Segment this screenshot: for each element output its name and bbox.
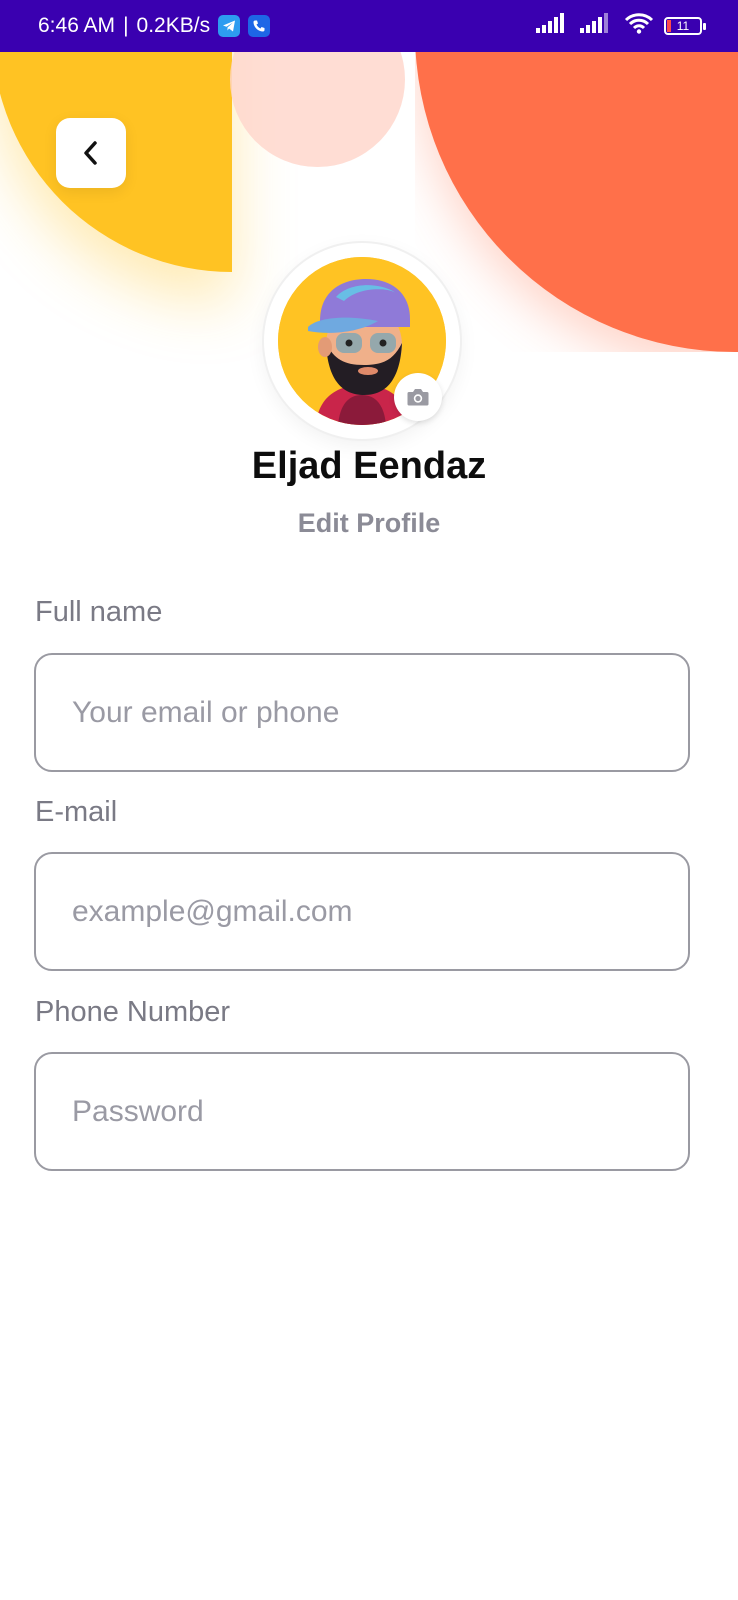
edit-profile-link[interactable]: Edit Profile: [0, 508, 738, 539]
camera-icon: [407, 389, 429, 406]
orange-shape: [415, 52, 738, 352]
battery-icon: 11: [664, 17, 706, 35]
chevron-left-icon: [84, 141, 97, 165]
full-name-input[interactable]: [34, 653, 690, 772]
battery-level: 11: [676, 19, 690, 33]
status-speed: 0.2KB/s: [136, 14, 211, 37]
email-label: E-mail: [35, 796, 118, 828]
status-right: 11: [536, 12, 706, 40]
signal-icon: [536, 13, 570, 39]
phone-icon: [248, 15, 271, 37]
phone-number-label: Phone Number: [35, 996, 231, 1028]
status-separator: |: [123, 14, 129, 37]
email-input[interactable]: [34, 852, 690, 971]
wifi-icon: [624, 12, 654, 40]
status-left: 6:46 AM | 0.2KB/s: [38, 14, 271, 38]
status-bar: 6:46 AM | 0.2KB/s 11: [0, 0, 738, 52]
signal-icon: [580, 13, 614, 39]
full-name-label: Full name: [35, 596, 163, 628]
status-time: 6:46 AM: [38, 14, 116, 37]
back-button[interactable]: [56, 118, 126, 188]
profile-name: Eljad Eendaz: [251, 445, 487, 487]
phone-number-input[interactable]: [34, 1052, 690, 1171]
change-photo-button[interactable]: [394, 373, 442, 421]
avatar-container: [264, 243, 460, 439]
telegram-icon: [218, 15, 241, 37]
pink-circle: [230, 52, 405, 167]
